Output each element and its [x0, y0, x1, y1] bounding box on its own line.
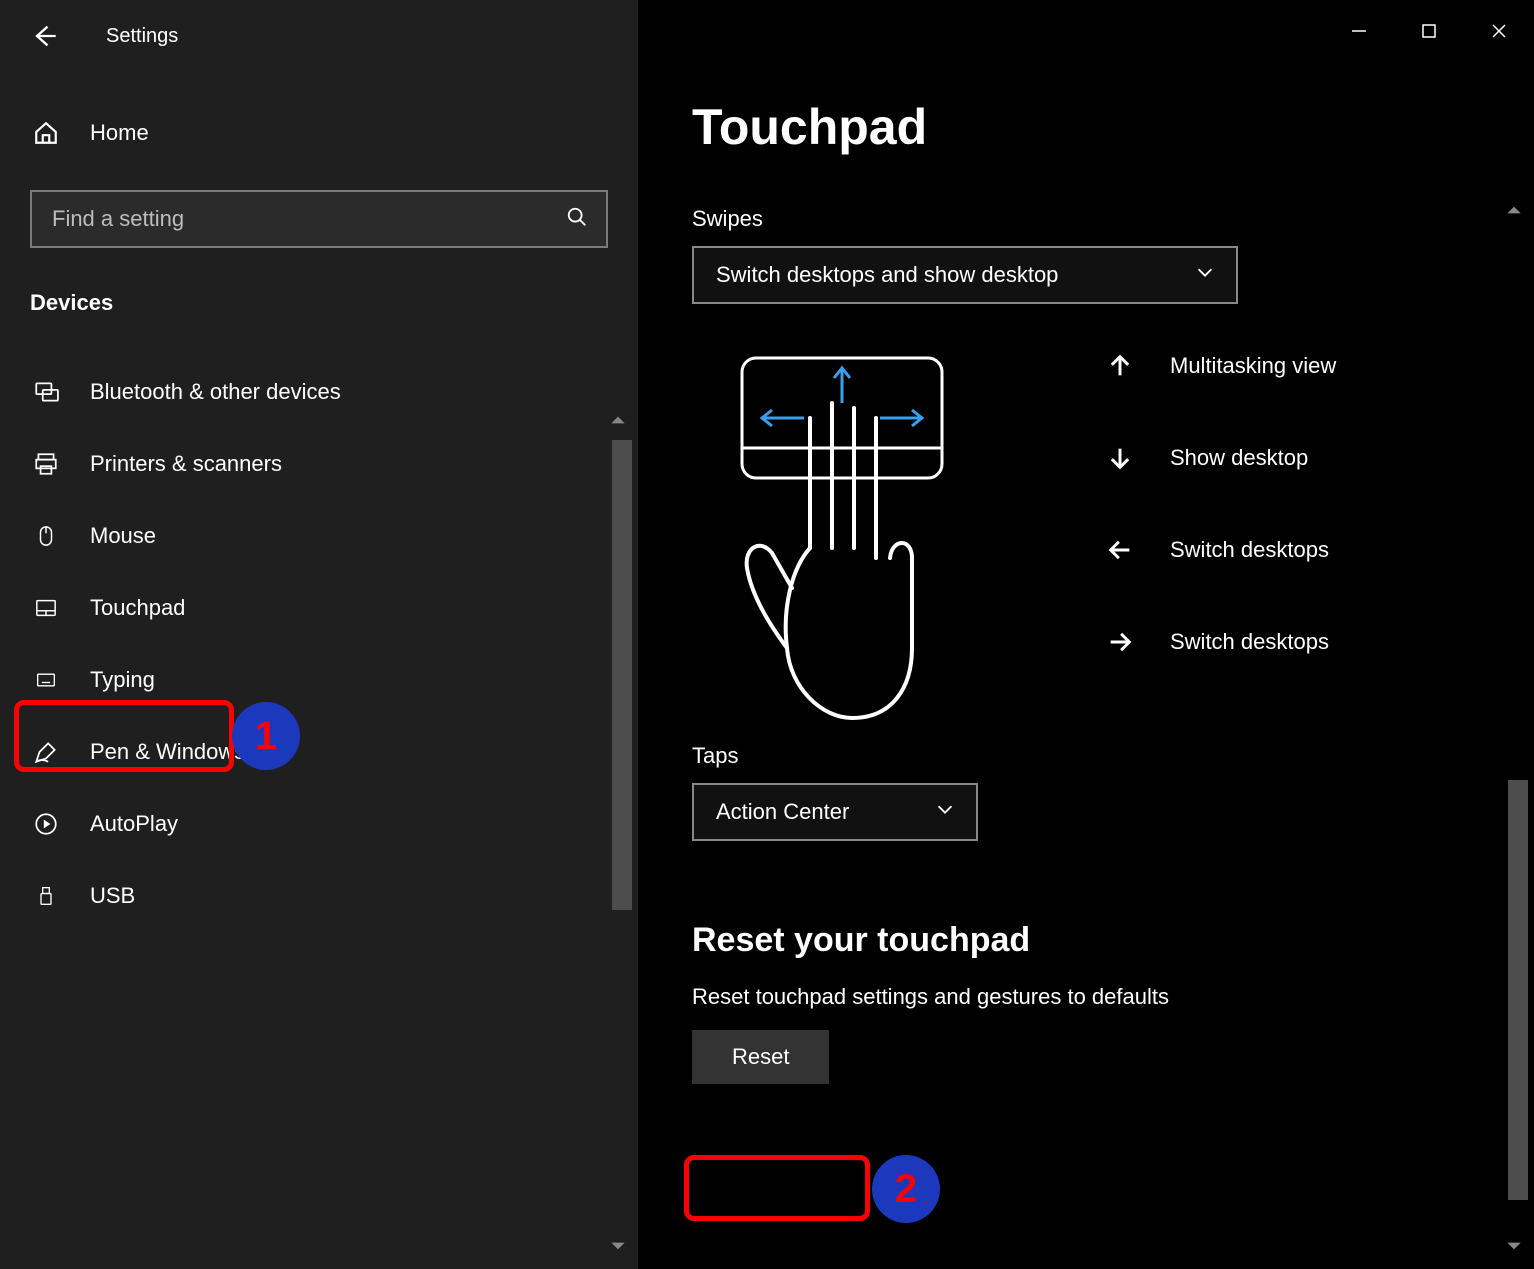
category-title: Devices — [30, 290, 608, 316]
taps-dropdown[interactable]: Action Center — [692, 783, 978, 841]
scroll-up-icon[interactable] — [1504, 200, 1524, 225]
reset-button[interactable]: Reset — [692, 1030, 829, 1084]
scroll-down-icon[interactable] — [1504, 1236, 1524, 1261]
annotation-box-2 — [684, 1155, 870, 1221]
sidebar-item-bluetooth[interactable]: Bluetooth & other devices — [0, 356, 638, 428]
gesture-label: Switch desktops — [1170, 629, 1329, 655]
arrow-down-icon — [1102, 444, 1138, 472]
sidebar-item-mouse[interactable]: Mouse — [0, 500, 638, 572]
search-input[interactable] — [50, 205, 566, 233]
arrow-up-icon — [1102, 352, 1138, 380]
sidebar-item-label: Typing — [90, 667, 155, 693]
taps-dropdown-value: Action Center — [716, 799, 849, 825]
gesture-label: Show desktop — [1170, 445, 1308, 471]
chevron-down-icon — [934, 798, 956, 826]
arrow-left-icon — [1102, 536, 1138, 564]
search-icon — [566, 206, 588, 233]
mouse-icon — [30, 522, 62, 550]
sidebar-scrollbar[interactable] — [612, 440, 632, 910]
swipes-dropdown-value: Switch desktops and show desktop — [716, 262, 1058, 288]
sidebar-item-label: Touchpad — [90, 595, 185, 621]
sidebar-item-label: Bluetooth & other devices — [90, 379, 341, 405]
sidebar-item-autoplay[interactable]: AutoPlay — [0, 788, 638, 860]
bluetooth-icon — [30, 379, 62, 405]
gesture-illustration — [712, 348, 1012, 733]
sidebar-item-label: Mouse — [90, 523, 156, 549]
sidebar-item-label: USB — [90, 883, 135, 909]
sidebar-item-typing[interactable]: Typing — [0, 644, 638, 716]
sidebar: Settings Home Devices Bluetooth & oth — [0, 0, 638, 1269]
reset-description: Reset touchpad settings and gestures to … — [692, 984, 1534, 1010]
gesture-up: Multitasking view — [1102, 352, 1336, 380]
arrow-right-icon — [1102, 628, 1138, 656]
page-title: Touchpad — [692, 98, 1534, 156]
reset-heading: Reset your touchpad — [692, 921, 1534, 960]
nav-home[interactable]: Home — [0, 102, 638, 164]
gesture-left: Switch desktops — [1102, 536, 1336, 564]
pen-icon — [30, 739, 62, 765]
touchpad-icon — [30, 597, 62, 619]
maximize-button[interactable] — [1394, 10, 1464, 52]
main-scrollbar[interactable] — [1508, 780, 1528, 1200]
taps-label: Taps — [692, 743, 1534, 769]
minimize-button[interactable] — [1324, 10, 1394, 52]
back-icon[interactable] — [30, 22, 58, 50]
nav-home-label: Home — [90, 120, 149, 146]
home-icon — [30, 120, 62, 146]
scroll-down-icon[interactable] — [608, 1236, 628, 1261]
gesture-label: Multitasking view — [1170, 353, 1336, 379]
swipes-dropdown[interactable]: Switch desktops and show desktop — [692, 246, 1238, 304]
gesture-right: Switch desktops — [1102, 628, 1336, 656]
sidebar-item-touchpad[interactable]: Touchpad — [0, 572, 638, 644]
keyboard-icon — [30, 670, 62, 690]
usb-icon — [30, 882, 62, 910]
gesture-label: Switch desktops — [1170, 537, 1329, 563]
annotation-badge-2: 2 — [872, 1155, 940, 1223]
sidebar-item-label: Printers & scanners — [90, 451, 282, 477]
sidebar-item-pen[interactable]: Pen & Windows Ink — [0, 716, 638, 788]
sidebar-item-printers[interactable]: Printers & scanners — [0, 428, 638, 500]
gesture-down: Show desktop — [1102, 444, 1336, 472]
autoplay-icon — [30, 811, 62, 837]
scroll-up-icon[interactable] — [608, 410, 628, 435]
titlebar — [638, 0, 1534, 58]
printer-icon — [30, 451, 62, 477]
close-button[interactable] — [1464, 10, 1534, 52]
chevron-down-icon — [1194, 261, 1216, 289]
sidebar-item-label: AutoPlay — [90, 811, 178, 837]
window-title: Settings — [106, 25, 178, 48]
main-panel: Touchpad Swipes Switch desktops and show… — [638, 0, 1534, 1269]
sidebar-item-label: Pen & Windows Ink — [90, 739, 281, 765]
swipes-label: Swipes — [692, 206, 1534, 232]
search-box[interactable] — [30, 190, 608, 248]
sidebar-item-usb[interactable]: USB — [0, 860, 638, 932]
